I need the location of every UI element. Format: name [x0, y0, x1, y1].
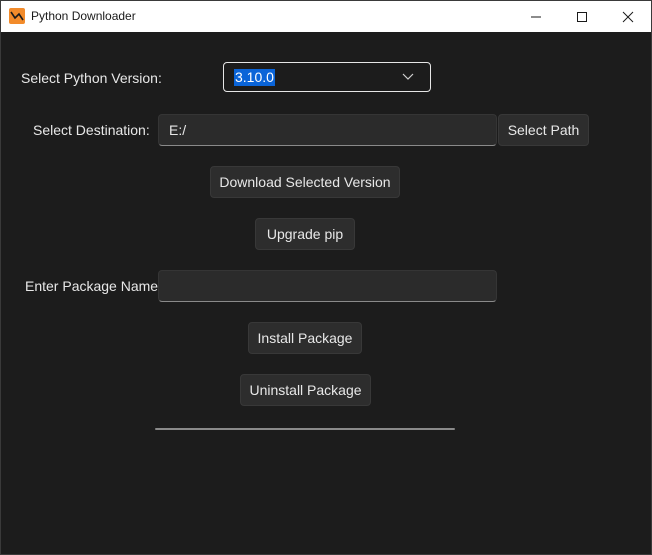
minimize-button[interactable]: [513, 1, 559, 32]
destination-label: Select Destination:: [33, 122, 150, 138]
package-name-field[interactable]: [158, 270, 497, 302]
python-version-selected: 3.10.0: [234, 69, 275, 86]
window-title: Python Downloader: [31, 9, 136, 23]
close-icon: [622, 11, 634, 23]
uninstall-package-button[interactable]: Uninstall Package: [240, 374, 371, 406]
python-version-dropdown[interactable]: 3.10.0: [223, 62, 431, 92]
python-version-label: Select Python Version:: [21, 70, 162, 86]
select-path-button[interactable]: Select Path: [498, 114, 589, 146]
chevron-down-icon: [402, 73, 414, 80]
python-downloader-app-icon: [9, 8, 25, 24]
maximize-button[interactable]: [559, 1, 605, 32]
progress-bar: [155, 428, 455, 430]
package-name-label: Enter Package Name:: [25, 278, 162, 294]
app-window: Python Downloader Select Python Version:…: [0, 0, 652, 555]
install-package-button[interactable]: Install Package: [248, 322, 362, 354]
destination-field[interactable]: [158, 114, 497, 146]
close-button[interactable]: [605, 1, 651, 32]
main-content: Select Python Version: 3.10.0 Select Des…: [1, 32, 651, 554]
minimize-icon: [531, 16, 541, 18]
maximize-icon: [577, 12, 587, 22]
upgrade-pip-button[interactable]: Upgrade pip: [255, 218, 355, 250]
download-selected-version-button[interactable]: Download Selected Version: [210, 166, 400, 198]
title-bar[interactable]: Python Downloader: [1, 1, 651, 32]
